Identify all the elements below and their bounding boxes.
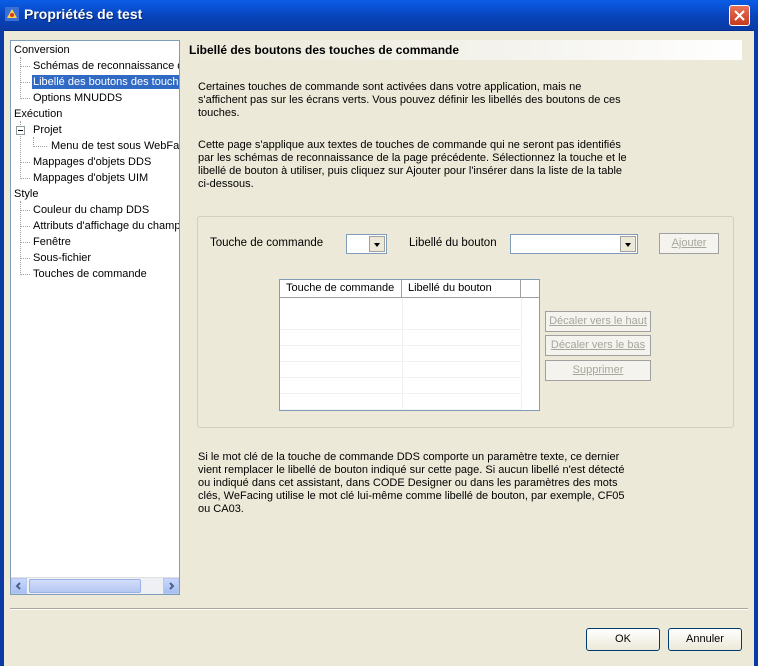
table-row: [280, 330, 521, 346]
tree-item-subfile[interactable]: Sous-fichier: [33, 251, 91, 265]
tree-item-field-display-attributes[interactable]: Attributs d'affichage du champ: [33, 219, 179, 233]
horizontal-scrollbar[interactable]: [11, 577, 179, 594]
column-header-command-key[interactable]: Touche de commande: [280, 280, 402, 298]
column-divider: [402, 298, 403, 410]
keyword-note-text: Si le mot clé de la touche de commande D…: [198, 451, 628, 516]
command-key-label: Touche de commande: [210, 237, 324, 249]
move-down-button[interactable]: Décaler vers le bas: [545, 335, 651, 356]
page-header: Libellé des boutons des touches de comma…: [184, 40, 742, 60]
table-row: [280, 362, 521, 378]
tree-item-window[interactable]: Fenêtre: [33, 235, 71, 249]
footer-separator: [10, 608, 748, 610]
window-frame-right: [754, 30, 758, 666]
scroll-right-button[interactable]: [163, 578, 179, 594]
button-label-select[interactable]: [510, 234, 638, 254]
tree-item-mnudds-options[interactable]: Options MNUDDS: [33, 91, 122, 105]
ok-button[interactable]: OK: [586, 628, 660, 651]
page-title: Libellé des boutons des touches de comma…: [189, 43, 460, 57]
tree-item-key-button-labels[interactable]: Libellé des boutons des touche: [32, 75, 179, 89]
chevron-right-icon: [169, 582, 175, 590]
tree-item-webfacing-test-menu[interactable]: Menu de test sous WebFac: [51, 139, 179, 153]
collapse-icon[interactable]: [16, 126, 25, 135]
close-button[interactable]: [729, 5, 750, 26]
tree-item-conversion[interactable]: Conversion: [14, 43, 70, 57]
instructions-line: ci-dessous.: [198, 178, 254, 190]
button-label-label: Libellé du bouton: [409, 237, 497, 249]
cancel-button[interactable]: Annuler: [668, 628, 742, 651]
intro-line: Certaines touches de commande sont activ…: [198, 81, 582, 93]
window-frame-left: [0, 30, 4, 666]
instructions-line: libellé de bouton à utiliser, puis cliqu…: [198, 165, 623, 177]
dropdown-arrow-icon[interactable]: [369, 236, 385, 252]
instructions-line: Cette page s'applique aux textes de touc…: [198, 139, 621, 151]
intro-line: s'affichent pas sur les écrans verts. Vo…: [198, 94, 621, 106]
intro-text: Certaines touches de commande sont activ…: [198, 81, 628, 120]
table-row: [280, 394, 521, 410]
title-bar: Propriétés de test: [0, 0, 758, 31]
note-line: Si le mot clé de la touche de commande D…: [198, 451, 620, 463]
note-line: ou indiqué dans cet assistant, dans CODE…: [198, 477, 618, 489]
move-up-button[interactable]: Décaler vers le haut: [545, 311, 651, 332]
chevron-left-icon: [15, 582, 21, 590]
column-header-button-label[interactable]: Libellé du bouton: [402, 280, 521, 298]
tree-item-project[interactable]: Projet: [33, 123, 62, 137]
column-header-filler: [521, 280, 539, 298]
note-line: ou CA03.: [198, 503, 244, 515]
tree-item-uim-mappings[interactable]: Mappages d'objets UIM: [33, 171, 148, 185]
instructions-line: par les schémas de reconnaissance de la …: [198, 152, 627, 164]
delete-button[interactable]: Supprimer: [545, 360, 651, 381]
command-key-select[interactable]: [346, 234, 387, 254]
tree-item-dds-mappings[interactable]: Mappages d'objets DDS: [33, 155, 151, 169]
note-line: vient remplacer le libellé de bouton ind…: [198, 464, 625, 476]
instructions-text: Cette page s'applique aux textes de touc…: [198, 139, 628, 191]
tree-item-execution[interactable]: Exécution: [14, 107, 62, 121]
add-button[interactable]: Ajouter: [659, 233, 719, 254]
column-divider: [521, 298, 522, 410]
dropdown-arrow-icon[interactable]: [620, 236, 636, 252]
close-icon: [734, 10, 745, 21]
table-row: [280, 378, 521, 394]
tree-item-command-keys[interactable]: Touches de commande: [33, 267, 147, 281]
tree-item-style[interactable]: Style: [14, 187, 38, 201]
app-icon: [5, 7, 19, 21]
intro-line: touches.: [198, 107, 240, 119]
window-title: Propriétés de test: [24, 6, 143, 22]
note-line: clés, WeFacing utilise le mot clé lui-mê…: [198, 490, 625, 502]
tree-item-recognition-schemas[interactable]: Schémas de reconnaissance d: [33, 59, 179, 73]
tree-item-dds-field-color[interactable]: Couleur du champ DDS: [33, 203, 149, 217]
scroll-thumb[interactable]: [29, 579, 141, 593]
key-label-table[interactable]: Touche de commande Libellé du bouton: [279, 279, 540, 411]
navigation-tree[interactable]: Conversion Schémas de reconnaissance d L…: [10, 40, 180, 595]
table-row: [280, 346, 521, 362]
table-row: [280, 314, 521, 330]
scroll-left-button[interactable]: [11, 578, 27, 594]
